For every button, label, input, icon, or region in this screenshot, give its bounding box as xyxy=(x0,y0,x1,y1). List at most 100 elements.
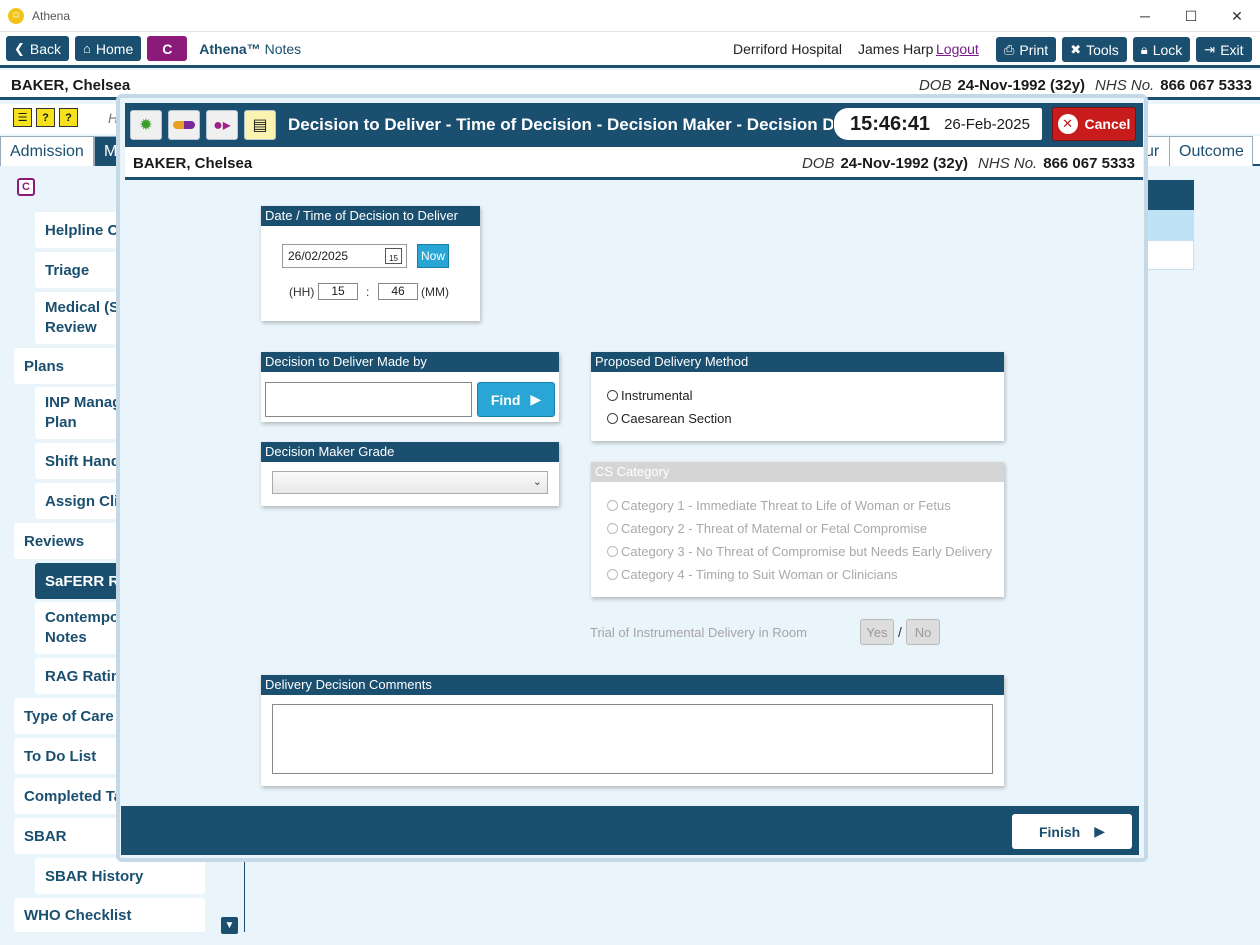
exit-label: Exit xyxy=(1220,41,1244,58)
dialog-title: Decision to Deliver - Time of Decision -… xyxy=(288,115,833,134)
radio-caesarean[interactable]: Caesarean Section xyxy=(607,411,732,426)
home-icon: ⌂ xyxy=(83,41,91,56)
radio-circle xyxy=(607,546,618,557)
toolbar-right-buttons: ⎙ Print ✖ Tools 🔒︎ Lock ⇥ Exit xyxy=(996,37,1258,62)
dob-value: 24-Nov-1992 (32y) xyxy=(957,77,1086,94)
calendar-icon[interactable]: 15 xyxy=(385,248,402,264)
radio-circle[interactable] xyxy=(607,390,618,401)
help-icon[interactable]: ? xyxy=(36,108,55,127)
dialog-header: ✹ ●▸ ▤ Decision to Deliver - Time of Dec… xyxy=(125,103,1143,147)
tab-outcome[interactable]: Outcome xyxy=(1169,136,1253,166)
maximize-icon[interactable]: ☐ xyxy=(1168,0,1214,32)
date-time-panel: Date / Time of Decision to Deliver 26/02… xyxy=(261,206,480,321)
cs-category-panel: CS Category Category 1 - Immediate Threa… xyxy=(591,462,1004,597)
trial-no-button: No xyxy=(906,619,940,645)
close-icon[interactable]: ✕ xyxy=(1214,0,1260,32)
printer-icon: ⎙ xyxy=(1004,41,1015,57)
radio-instrumental[interactable]: Instrumental xyxy=(607,388,693,403)
lock-icon: 🔒︎ xyxy=(1140,41,1148,57)
time-colon: : xyxy=(366,285,370,299)
exit-button[interactable]: ⇥ Exit xyxy=(1196,37,1252,62)
tools-label: Tools xyxy=(1086,41,1119,58)
minimize-icon[interactable]: ─ xyxy=(1122,0,1168,32)
sidebar-c-icon[interactable]: C xyxy=(17,178,35,196)
hour-input[interactable]: 15 xyxy=(318,283,358,300)
decision-made-by-panel: Decision to Deliver Made by Find ▶ xyxy=(261,352,559,422)
radio-circle[interactable] xyxy=(607,413,618,424)
radio-category-1: Category 1 - Immediate Threat to Life of… xyxy=(607,498,951,513)
delivery-comments-title: Delivery Decision Comments xyxy=(261,675,1004,695)
delivery-comments-textarea[interactable] xyxy=(272,704,993,774)
radio-circle xyxy=(607,500,618,511)
mm-label: (MM) xyxy=(421,285,449,299)
clock-time: 15:46:41 xyxy=(850,112,931,135)
grade-select[interactable]: ⌄ xyxy=(272,471,548,494)
decision-maker-input[interactable] xyxy=(265,382,472,417)
dialog-footer: Finish ▶ xyxy=(121,806,1139,855)
app-module: Notes xyxy=(264,40,302,57)
sidebar-item-who-checklist[interactable]: WHO Checklist xyxy=(14,898,205,932)
home-button[interactable]: ⌂ Home xyxy=(75,36,142,61)
app-brand: Athena™ xyxy=(199,40,261,57)
close-circle-icon: ✕ xyxy=(1057,114,1078,134)
now-button[interactable]: Now xyxy=(417,244,449,268)
alert-list-icon[interactable]: ☰ xyxy=(13,108,32,127)
hh-label: (HH) xyxy=(289,285,315,299)
tools-button[interactable]: ✖ Tools xyxy=(1062,37,1127,62)
background-table-row xyxy=(1142,240,1194,270)
radio-label: Caesarean Section xyxy=(621,411,732,426)
chevron-left-icon: ❮ xyxy=(14,40,25,56)
date-time-panel-title: Date / Time of Decision to Deliver xyxy=(261,206,480,226)
patient-info: DOB 24-Nov-1992 (32y) NHS No. 866 067 5333 xyxy=(919,77,1252,94)
sidebar-item-label: Contempo xyxy=(45,609,120,626)
hospital-name: Derriford Hospital xyxy=(733,41,842,57)
sidebar-item-sbar-history[interactable]: SBAR History xyxy=(35,858,205,894)
background-table-header xyxy=(1142,180,1194,210)
tab-admission[interactable]: Admission xyxy=(0,136,94,166)
patient-name: BAKER, Chelsea xyxy=(133,155,253,172)
logout-link[interactable]: Logout xyxy=(936,41,979,57)
print-button[interactable]: ⎙ Print xyxy=(996,37,1057,62)
minute-input[interactable]: 46 xyxy=(378,283,418,300)
radio-label: Category 1 - Immediate Threat to Life of… xyxy=(621,498,951,513)
chevron-down-icon: ⌄ xyxy=(532,476,542,488)
background-table-row xyxy=(1142,210,1194,240)
help-alt-icon[interactable]: ? xyxy=(59,108,78,127)
dob-label: DOB xyxy=(801,155,835,172)
notepad-icon[interactable]: ▤ xyxy=(244,110,276,140)
c-button[interactable]: C xyxy=(147,36,188,61)
main-toolbar: ❮ Back ⌂ Home C Athena™ Notes Derriford Ho… xyxy=(0,32,1260,68)
lock-label: Lock xyxy=(1152,41,1183,58)
decision-maker-grade-panel: Decision Maker Grade ⌄ xyxy=(261,442,559,506)
finish-button[interactable]: Finish ▶ xyxy=(1012,814,1132,849)
quick-icons: ☰ ? ? xyxy=(13,108,78,127)
athena-logo-icon: ☺ xyxy=(8,7,24,24)
scroll-down-icon[interactable]: ▼ xyxy=(221,917,238,934)
decision-made-by-title: Decision to Deliver Made by xyxy=(261,352,559,372)
find-button[interactable]: Find ▶ xyxy=(477,382,555,417)
radio-category-3: Category 3 - No Threat of Compromise but… xyxy=(607,544,992,559)
decision-maker-grade-title: Decision Maker Grade xyxy=(261,442,559,462)
back-button[interactable]: ❮ Back xyxy=(6,36,70,61)
medication-pill-icon[interactable] xyxy=(168,110,200,140)
sidebar-item-label: Plan xyxy=(45,414,77,431)
virus-icon[interactable]: ✹ xyxy=(130,110,162,140)
trial-separator: / xyxy=(898,624,902,640)
radio-label: Category 4 - Timing to Suit Woman or Cli… xyxy=(621,567,898,582)
user-name: James Harp xyxy=(858,41,934,57)
decision-date-value: 26/02/2025 xyxy=(288,249,349,263)
cancel-label: Cancel xyxy=(1084,116,1131,132)
cancel-button[interactable]: ✕ Cancel xyxy=(1052,107,1136,141)
window-titlebar: ☺ Athena ─ ☐ ✕ xyxy=(0,0,1260,32)
dob-value: 24-Nov-1992 (32y) xyxy=(840,155,969,172)
sidebar-item-label: INP Manag xyxy=(45,394,122,411)
person-referral-icon[interactable]: ●▸ xyxy=(206,110,238,140)
exit-icon: ⇥ xyxy=(1204,41,1216,57)
dialog-patient-banner: BAKER, Chelsea DOB 24-Nov-1992 (32y) NHS N… xyxy=(125,147,1143,180)
decision-date-input[interactable]: 26/02/2025 15 xyxy=(282,244,407,268)
play-arrow-icon: ▶ xyxy=(530,391,542,407)
nhs-value: 866 067 5333 xyxy=(1160,77,1252,94)
lock-button[interactable]: 🔒︎ Lock xyxy=(1132,37,1191,62)
delivery-method-panel: Proposed Delivery Method Instrumental Ca… xyxy=(591,352,1004,441)
finish-label: Finish xyxy=(1038,823,1081,840)
